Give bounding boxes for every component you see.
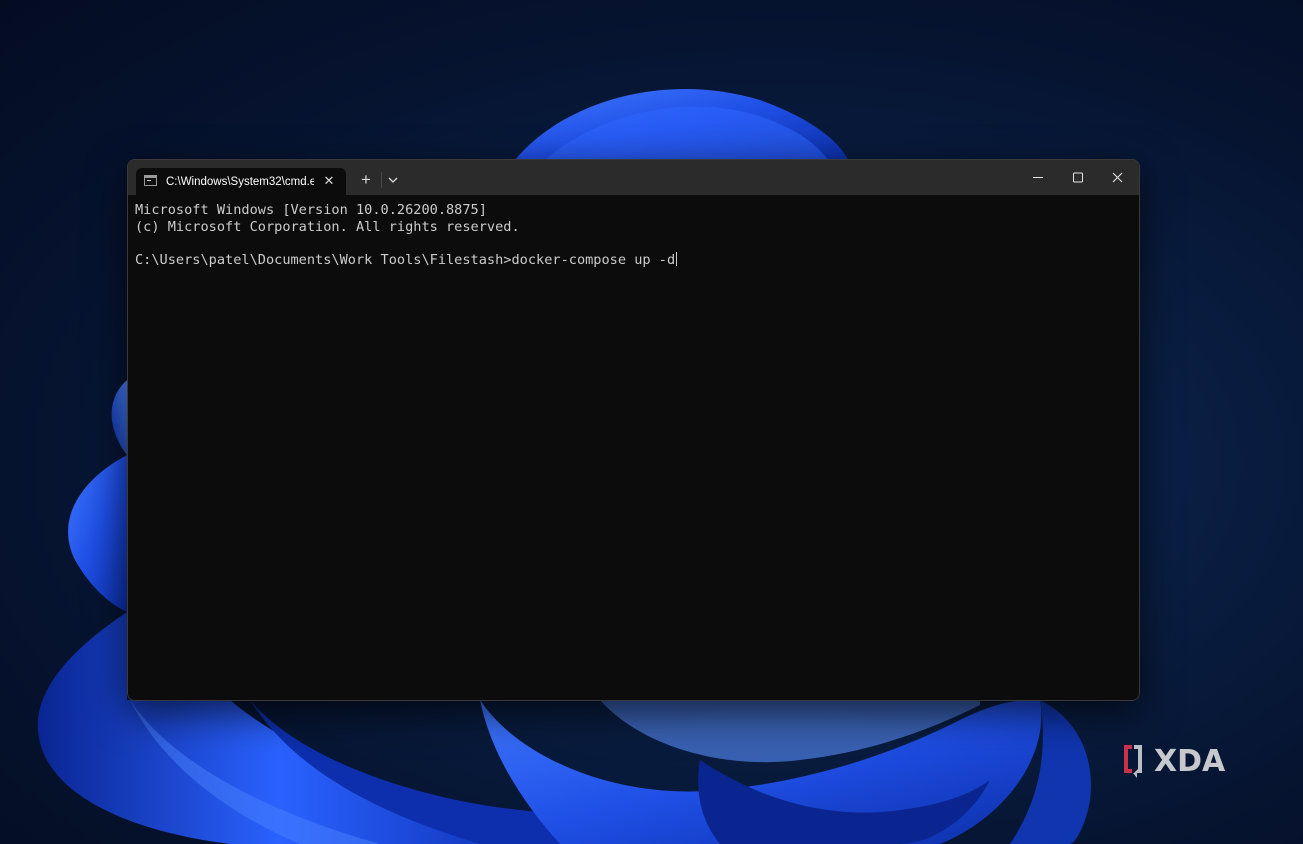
terminal-window: C:\Windows\System32\cmd.e ✕ + Microsoft … (127, 159, 1140, 701)
minimize-icon (1033, 177, 1043, 178)
new-tab-button[interactable]: + (356, 170, 376, 190)
title-bar[interactable]: C:\Windows\System32\cmd.e ✕ + (128, 160, 1139, 195)
close-window-button[interactable] (1098, 160, 1138, 195)
chevron-down-icon (388, 177, 398, 183)
watermark-text: XDA (1154, 744, 1226, 779)
terminal-line: Microsoft Windows [Version 10.0.26200.88… (135, 202, 487, 218)
tab-dropdown-button[interactable] (384, 170, 402, 190)
minimize-button[interactable] (1018, 160, 1058, 195)
terminal-line: (c) Microsoft Corporation. All rights re… (135, 218, 520, 235)
maximize-button[interactable] (1058, 160, 1098, 195)
tab-cmd[interactable]: C:\Windows\System32\cmd.e ✕ (136, 168, 346, 195)
tab-divider (381, 172, 382, 188)
terminal-icon (144, 175, 157, 186)
command-text: C:\Users\patel\Documents\Work Tools\File… (135, 251, 676, 268)
xda-logo: XDA (1120, 740, 1244, 780)
tab-title: C:\Windows\System32\cmd.e (166, 176, 314, 188)
close-icon (1112, 172, 1123, 183)
command-prompt-line[interactable]: C:\Users\patel\Documents\Work Tools\File… (135, 251, 1139, 269)
close-icon[interactable]: ✕ (320, 172, 338, 190)
text-cursor (676, 251, 678, 266)
maximize-icon (1073, 172, 1083, 183)
terminal-output[interactable]: Microsoft Windows [Version 10.0.26200.88… (128, 195, 1139, 700)
